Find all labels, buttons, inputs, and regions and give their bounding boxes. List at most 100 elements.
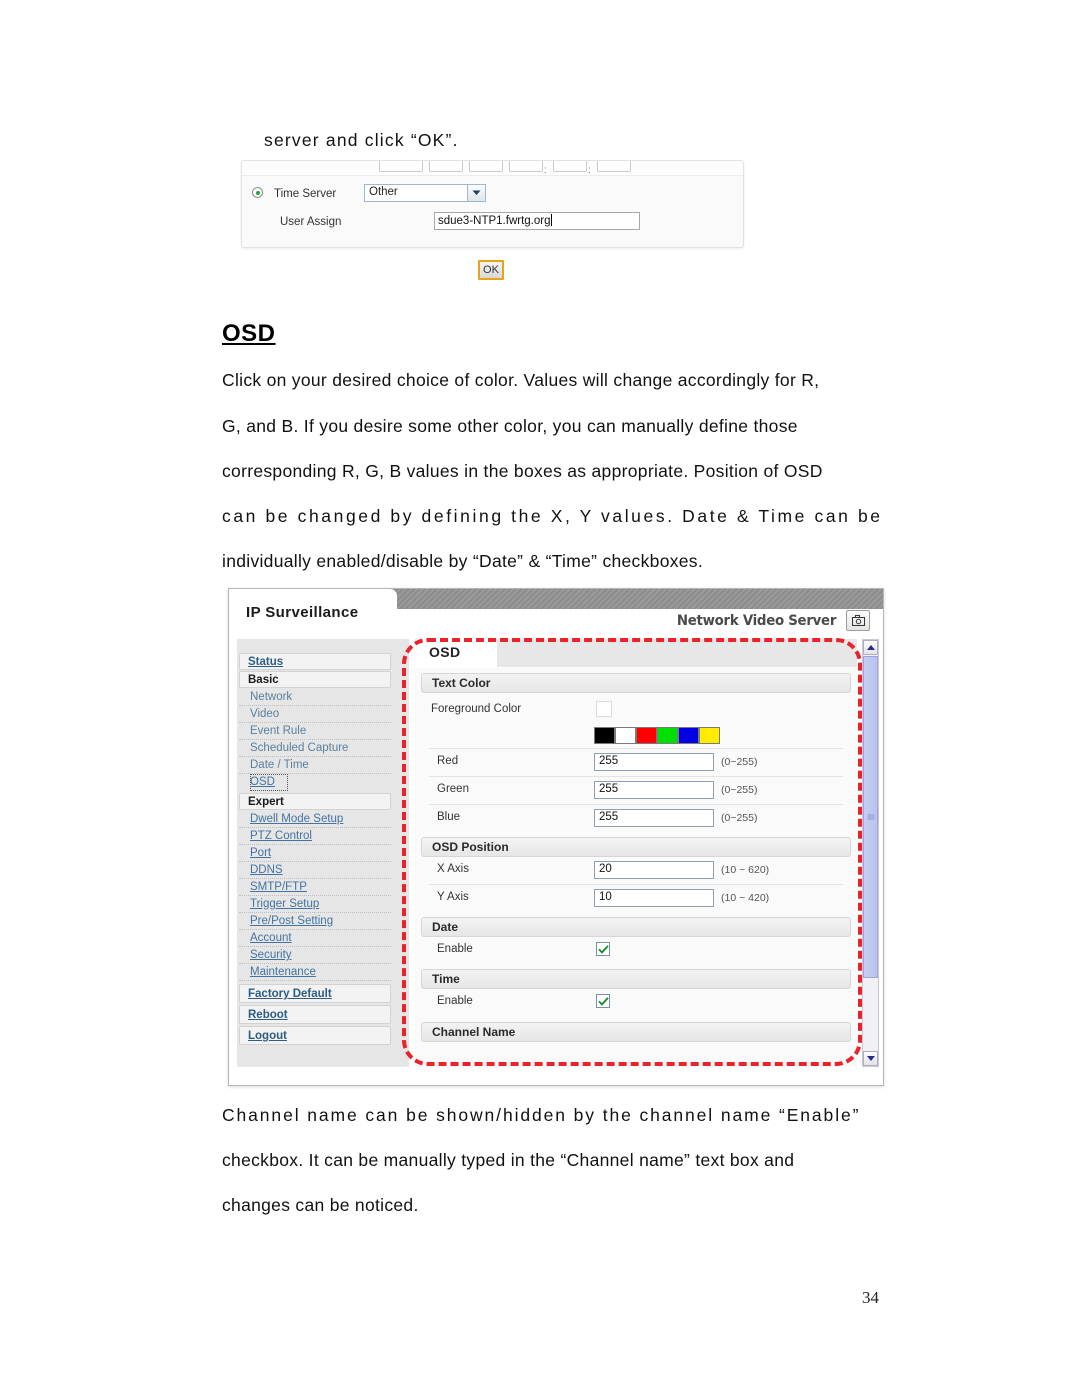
swatch-green[interactable] bbox=[657, 727, 678, 744]
green-label: Green bbox=[437, 783, 469, 795]
swatch-blue[interactable] bbox=[678, 727, 699, 744]
paragraph1-line-5: individually enabled/disable by “Date” &… bbox=[222, 551, 704, 571]
sidebar-item-security[interactable]: Security bbox=[239, 947, 391, 964]
swatch-white[interactable] bbox=[615, 727, 636, 744]
foreground-color-preview bbox=[596, 701, 612, 717]
sidebar-item-ddns[interactable]: DDNS bbox=[239, 862, 391, 879]
sidebar-item-port[interactable]: Port bbox=[239, 845, 391, 862]
sidebar-item-status-label[interactable]: Status bbox=[248, 656, 283, 668]
sidebar-item-network[interactable]: Network bbox=[239, 689, 391, 706]
sidebar-section-basic: Basic bbox=[239, 671, 391, 688]
sidebar-item-osd[interactable]: OSD bbox=[250, 774, 288, 791]
red-input[interactable]: 255 bbox=[594, 753, 714, 771]
sidebar-item-date-time[interactable]: Date / Time bbox=[239, 757, 391, 774]
camera-icon[interactable] bbox=[846, 610, 870, 631]
content-area: OSD Text Color Foreground Color Red 255 … bbox=[415, 639, 857, 1067]
time-server-label: Time Server bbox=[274, 188, 337, 200]
sidebar-item-event-rule[interactable]: Event Rule bbox=[239, 723, 391, 740]
ghost-field-4 bbox=[509, 161, 543, 172]
sidebar-item-scheduled-capture[interactable]: Scheduled Capture bbox=[239, 740, 391, 757]
time-server-select[interactable]: Other bbox=[364, 184, 486, 202]
sidebar-item-factory-default[interactable]: Factory Default bbox=[239, 984, 391, 1003]
tab-osd[interactable]: OSD bbox=[415, 639, 497, 667]
sidebar-item-logout[interactable]: Logout bbox=[239, 1026, 391, 1045]
text-caret bbox=[550, 214, 552, 226]
ghost-field-1 bbox=[379, 161, 423, 172]
sidebar-item-reboot[interactable]: Reboot bbox=[239, 1005, 391, 1024]
swatch-red[interactable] bbox=[636, 727, 657, 744]
scrollbar-thumb[interactable] bbox=[863, 656, 878, 978]
sidebar-item-reboot-label[interactable]: Reboot bbox=[248, 1009, 288, 1021]
user-assign-input[interactable]: sdue3-NTP1.fwrtg.org bbox=[434, 212, 640, 230]
swatch-black[interactable] bbox=[594, 727, 615, 744]
paragraph1-line-2: G, and B. If you desire some other color… bbox=[222, 416, 798, 436]
sidebar-item-account[interactable]: Account bbox=[239, 930, 391, 947]
scroll-up-icon[interactable] bbox=[863, 640, 878, 655]
product-title: Network Video Server bbox=[676, 613, 837, 629]
scrollbar-grip-icon bbox=[867, 814, 874, 820]
sidebar-item-smtp-ftp[interactable]: SMTP/FTP bbox=[239, 879, 391, 896]
sidebar-item-factory-default-label[interactable]: Factory Default bbox=[248, 988, 332, 1000]
chevron-down-icon[interactable] bbox=[467, 185, 485, 201]
intro-text: server and click “OK”. bbox=[264, 130, 459, 150]
green-range-hint: (0~255) bbox=[721, 784, 758, 796]
group-header-osd-position: OSD Position bbox=[421, 837, 851, 857]
ok-button[interactable]: OK bbox=[478, 260, 504, 280]
brand-title: IP Surveillance bbox=[246, 604, 359, 621]
blue-label: Blue bbox=[437, 811, 461, 823]
group-header-text-color: Text Color bbox=[421, 673, 851, 693]
page-number: 34 bbox=[862, 1288, 879, 1307]
red-label: Red bbox=[437, 755, 459, 767]
sidebar-item-trigger-setup[interactable]: Trigger Setup bbox=[239, 896, 391, 913]
ghost-field-6 bbox=[597, 161, 631, 172]
group-header-channel-name: Channel Name bbox=[421, 1022, 851, 1042]
x-axis-input[interactable]: 20 bbox=[594, 861, 714, 879]
green-input[interactable]: 255 bbox=[594, 781, 714, 799]
paragraph2-line-2: checkbox. It can be manually typed in th… bbox=[222, 1150, 795, 1170]
sidebar-item-ptz-control[interactable]: PTZ Control bbox=[239, 828, 391, 845]
time-server-radio[interactable] bbox=[252, 187, 263, 198]
user-assign-label: User Assign bbox=[280, 216, 342, 228]
row-blue: Blue 255 (0~255) bbox=[429, 805, 843, 832]
osd-settings-panel: Text Color Foreground Color Red 255 (0~2… bbox=[415, 668, 857, 1067]
paragraph1-line-1: Click on your desired choice of color. V… bbox=[222, 370, 820, 390]
tab-strip: OSD bbox=[415, 639, 857, 668]
paragraph2-line-3: changes can be noticed. bbox=[222, 1195, 419, 1215]
scroll-down-icon[interactable] bbox=[863, 1051, 878, 1066]
time-server-screenshot: : : Time Server Other User Assign sdue3-… bbox=[241, 160, 744, 248]
sidebar-item-maintenance[interactable]: Maintenance bbox=[239, 964, 391, 981]
color-palette[interactable] bbox=[594, 727, 720, 744]
row-green: Green 255 (0~255) bbox=[429, 777, 843, 805]
x-axis-range-hint: (10 ~ 620) bbox=[721, 864, 770, 876]
date-enable-label: Enable bbox=[437, 943, 473, 955]
sidebar-item-pre-post-setting[interactable]: Pre/Post Setting bbox=[239, 913, 391, 930]
page-title: OSD bbox=[222, 320, 276, 347]
sidebar-item-logout-label[interactable]: Logout bbox=[248, 1030, 287, 1042]
y-axis-input[interactable]: 10 bbox=[594, 889, 714, 907]
sidebar-item-status[interactable]: Status bbox=[239, 653, 391, 670]
ghost-separator-2: : bbox=[588, 165, 591, 176]
sidebar-section-expert: Expert bbox=[239, 793, 391, 810]
blue-input[interactable]: 255 bbox=[594, 809, 714, 827]
row-color-palette bbox=[429, 724, 843, 749]
x-axis-label: X Axis bbox=[437, 863, 469, 875]
user-assign-value: sdue3-NTP1.fwrtg.org bbox=[438, 215, 551, 227]
sidebar-item-video[interactable]: Video bbox=[239, 706, 391, 723]
ghost-field-5 bbox=[553, 161, 587, 172]
y-axis-label: Y Axis bbox=[437, 891, 469, 903]
time-enable-checkbox[interactable] bbox=[596, 994, 610, 1008]
page-body: Status Basic Network Video Event Rule Sc… bbox=[229, 633, 883, 1085]
ghost-field-2 bbox=[429, 161, 463, 172]
partial-row-above: : : bbox=[242, 161, 743, 176]
foreground-color-label: Foreground Color bbox=[431, 703, 522, 715]
swatch-yellow[interactable] bbox=[699, 727, 720, 744]
date-enable-checkbox[interactable] bbox=[596, 942, 610, 956]
paragraph2-line-1: Channel name can be shown/hidden by the … bbox=[222, 1105, 861, 1125]
row-date-enable: Enable bbox=[429, 937, 843, 964]
red-range-hint: (0~255) bbox=[721, 756, 758, 768]
row-red: Red 255 (0~255) bbox=[429, 749, 843, 777]
paragraph1-line-4: can be changed by defining the X, Y valu… bbox=[222, 506, 883, 526]
vertical-scrollbar[interactable] bbox=[862, 639, 879, 1067]
sidebar-item-dwell-mode-setup[interactable]: Dwell Mode Setup bbox=[239, 811, 391, 828]
time-enable-label: Enable bbox=[437, 995, 473, 1007]
